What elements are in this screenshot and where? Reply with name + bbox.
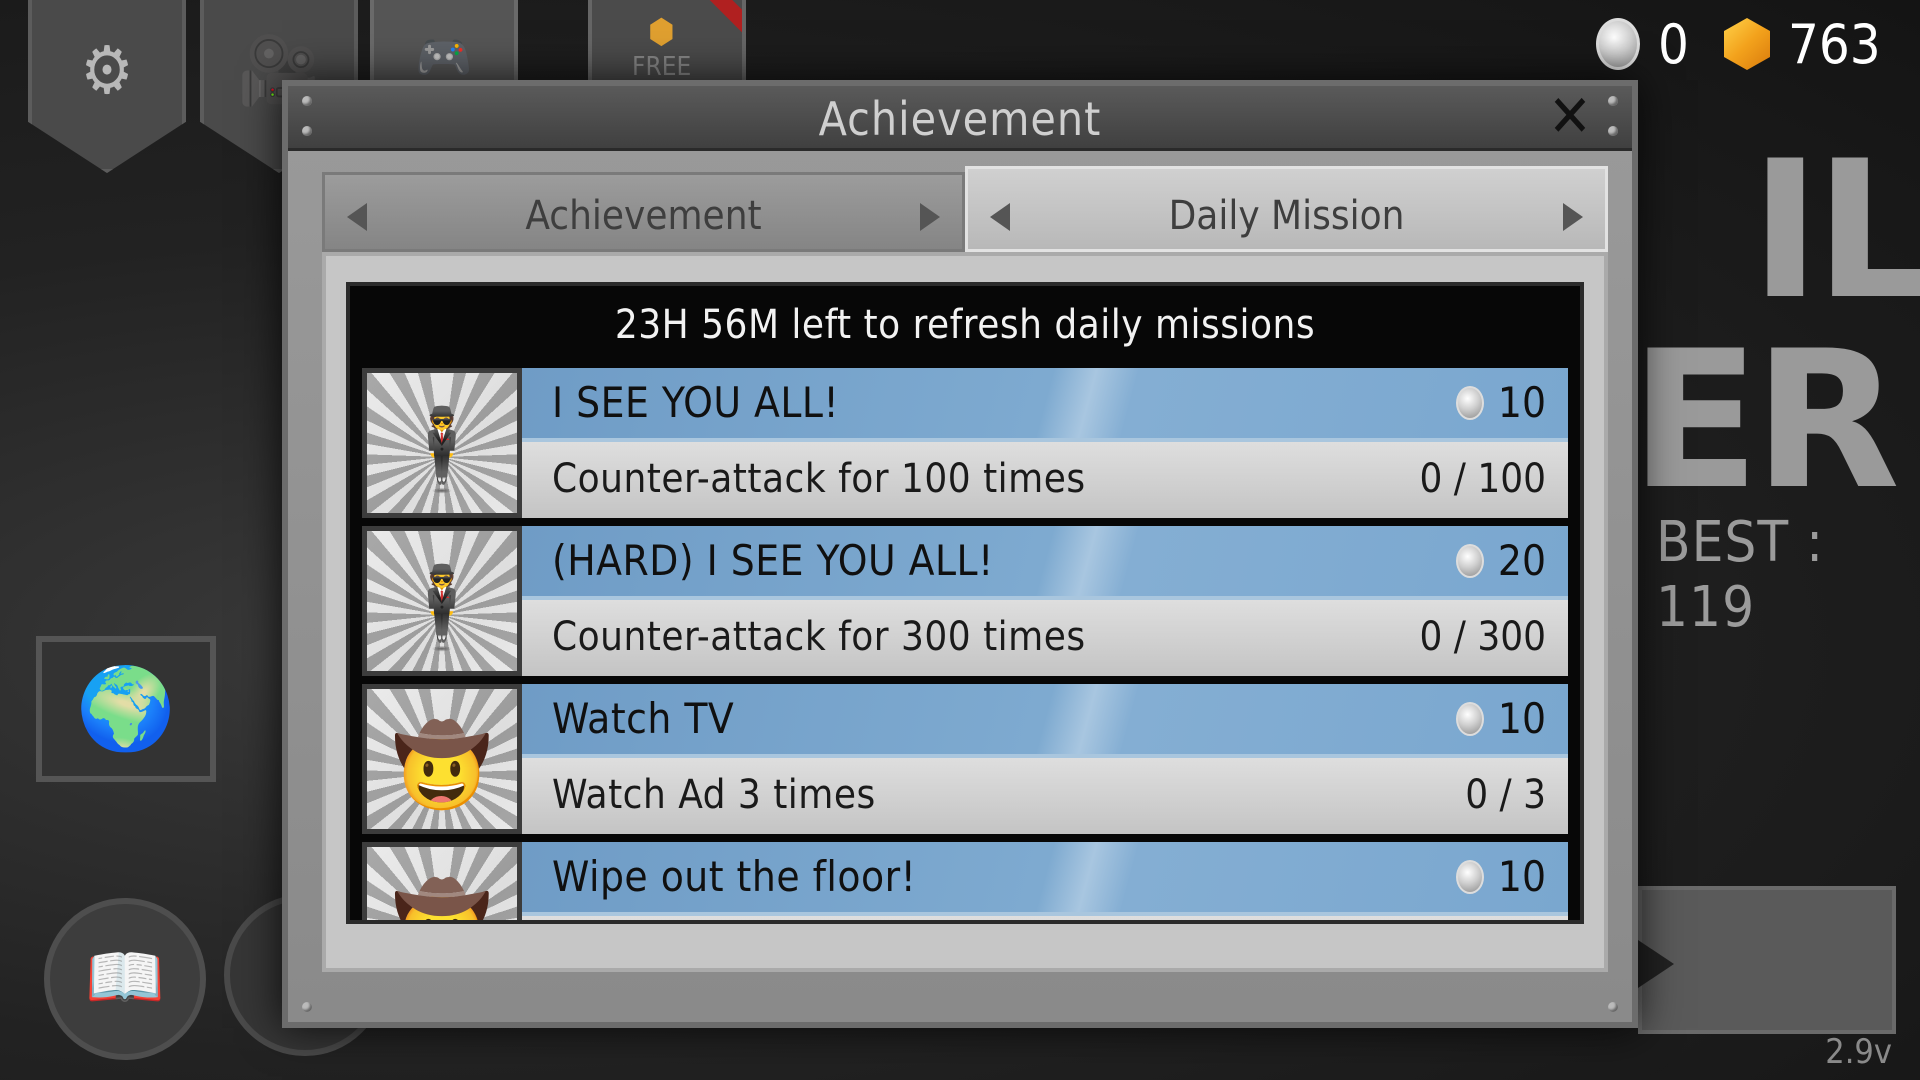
reward-value: 20 <box>1497 536 1546 585</box>
mission-list[interactable]: 🕴 I SEE YOU ALL! 10 Counter-attack for 1… <box>362 368 1568 924</box>
achievement-modal: Achievement ✕ Achievement Daily Mission … <box>282 80 1638 1028</box>
gem-icon <box>1724 18 1770 70</box>
mission-reward: 10 <box>1455 694 1546 743</box>
gunman-icon: 🕴 <box>362 368 522 518</box>
gunman-icon: 🕴 <box>362 526 522 676</box>
mission-header: (HARD) I SEE YOU ALL! 20 <box>522 526 1568 600</box>
mission-title: I SEE YOU ALL! <box>552 378 840 427</box>
close-button[interactable]: ✕ <box>1542 87 1598 145</box>
gear-icon: ⚙ <box>80 32 134 109</box>
rivet <box>302 1002 312 1012</box>
figure-icon: 🕴 <box>392 561 492 654</box>
gem-counter: 763 <box>1724 12 1881 76</box>
gem-icon: ⬢ <box>648 12 675 52</box>
gem-value: 763 <box>1788 12 1881 76</box>
mission-reward: 20 <box>1455 536 1546 585</box>
cowboy-icon: 🤠 <box>362 842 522 924</box>
mission-body <box>522 916 1568 920</box>
cowboy-icon: 🤠 <box>362 684 522 834</box>
silver-coin-icon <box>1455 543 1484 578</box>
mission-item[interactable]: 🕴 I SEE YOU ALL! 10 Counter-attack for 1… <box>362 368 1568 526</box>
mission-item[interactable]: 🤠 Watch TV 10 Watch Ad 3 times 0 / 3 <box>362 684 1568 842</box>
mission-description: Watch Ad 3 times <box>552 772 876 818</box>
close-icon: ✕ <box>1548 82 1592 150</box>
figure-icon: 🤠 <box>392 877 492 924</box>
mission-reward: 10 <box>1455 378 1546 427</box>
mission-title: Wipe out the floor! <box>552 852 917 901</box>
mission-body: Counter-attack for 100 times 0 / 100 <box>522 442 1568 518</box>
globe-icon: 🌍 <box>76 662 176 755</box>
book-icon: 📖 <box>85 941 165 1015</box>
silver-coin-icon <box>1596 18 1640 70</box>
mission-panel[interactable]: 23H 56M left to refresh daily missions 🕴… <box>346 282 1584 924</box>
mission-description: Counter-attack for 100 times <box>552 456 1086 502</box>
mission-header: Wipe out the floor! 10 <box>522 842 1568 916</box>
mission-header: Watch TV 10 <box>522 684 1568 758</box>
mission-header: I SEE YOU ALL! 10 <box>522 368 1568 442</box>
figure-icon: 🕴 <box>392 403 492 496</box>
arrow-right-icon <box>920 203 940 231</box>
mission-progress: 0 / 3 <box>1465 772 1546 818</box>
tab-bar: Achievement Daily Mission <box>322 166 1608 252</box>
mission-title: (HARD) I SEE YOU ALL! <box>552 536 994 585</box>
reward-value: 10 <box>1497 378 1546 427</box>
book-button[interactable]: 📖 <box>44 898 206 1060</box>
best-score: BEST : 119 <box>1656 510 1825 640</box>
silver-coin-icon <box>1455 859 1484 894</box>
play-arrow-icon[interactable] <box>1638 940 1674 988</box>
mission-description: Counter-attack for 300 times <box>552 614 1086 660</box>
mission-reward: 10 <box>1455 852 1546 901</box>
ribbon <box>689 0 742 44</box>
mission-progress: 0 / 100 <box>1419 456 1546 502</box>
free-label: FREE <box>632 52 692 82</box>
mission-body: Counter-attack for 300 times 0 / 300 <box>522 600 1568 676</box>
silver-coin-counter: 0 <box>1596 12 1689 76</box>
mission-progress: 0 / 300 <box>1419 614 1546 660</box>
rivet <box>1608 1002 1618 1012</box>
gamepad-icon: 🎮 <box>415 30 473 84</box>
tab-label: Daily Mission <box>1168 193 1405 239</box>
tab-achievement[interactable]: Achievement <box>322 172 965 252</box>
modal-header: Achievement ✕ <box>288 86 1632 151</box>
silver-coin-icon <box>1455 701 1484 736</box>
reward-value: 10 <box>1497 694 1546 743</box>
world-map-button[interactable]: 🌍 <box>36 636 216 782</box>
content-frame: 23H 56M left to refresh daily missions 🕴… <box>322 252 1608 972</box>
tab-daily-mission[interactable]: Daily Mission <box>965 166 1608 252</box>
mission-title: Watch TV <box>552 694 735 743</box>
tab-label: Achievement <box>525 193 762 239</box>
silver-coin-value: 0 <box>1658 12 1689 76</box>
logo-line-2: ER <box>1630 310 1900 531</box>
mission-item[interactable]: 🤠 Wipe out the floor! 10 <box>362 842 1568 924</box>
reward-value: 10 <box>1497 852 1546 901</box>
figure-icon: 🤠 <box>392 719 492 812</box>
mission-item[interactable]: 🕴 (HARD) I SEE YOU ALL! 20 Counter-attac… <box>362 526 1568 684</box>
play-panel[interactable] <box>1638 886 1896 1034</box>
refresh-timer: 23H 56M left to refresh daily missions <box>614 302 1316 348</box>
modal-title: Achievement <box>818 92 1102 146</box>
silver-coin-icon <box>1455 385 1484 420</box>
arrow-right-icon <box>1563 203 1583 231</box>
mission-body: Watch Ad 3 times 0 / 3 <box>522 758 1568 834</box>
logo-line-1: IL <box>1750 120 1920 341</box>
version-label: 2.9v <box>1825 1032 1892 1072</box>
